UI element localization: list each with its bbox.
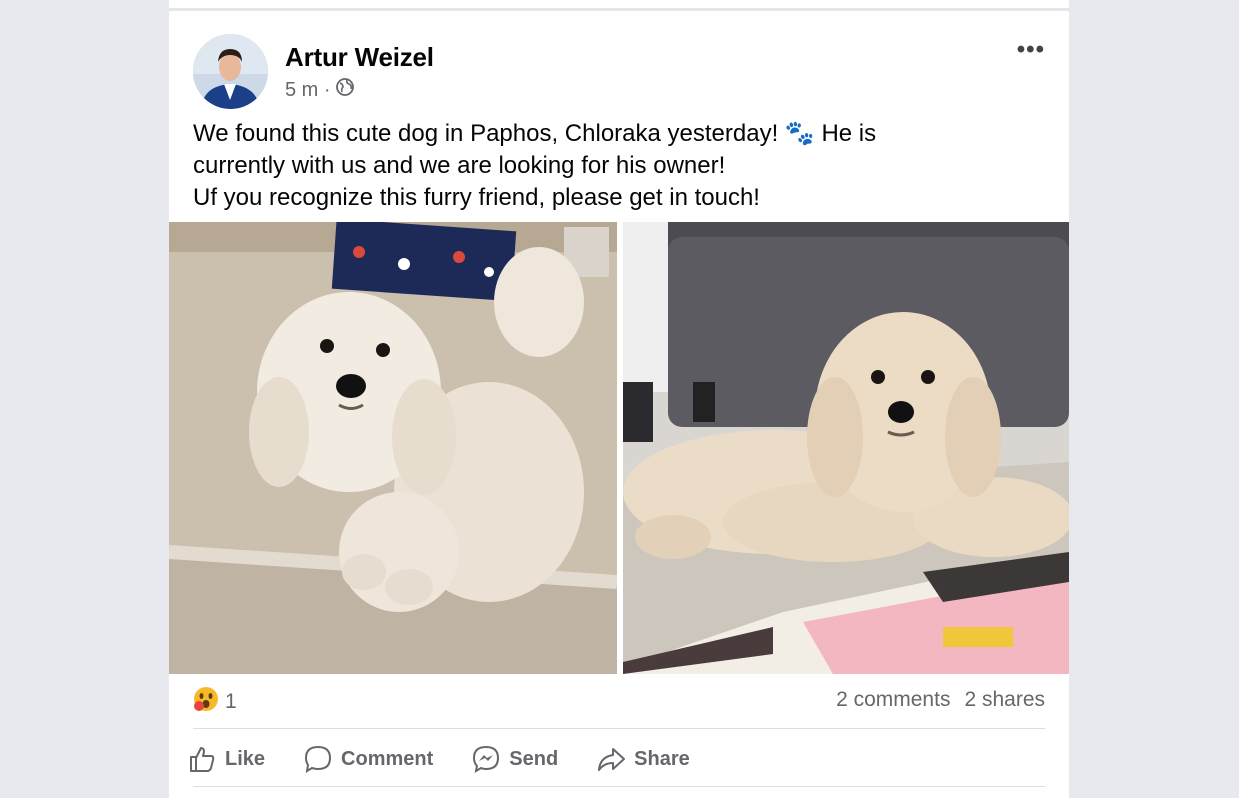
thumbs-up-icon xyxy=(187,744,217,774)
send-label: Send xyxy=(509,747,559,770)
like-label: Like xyxy=(225,747,266,770)
shares-count[interactable]: 2 shares xyxy=(964,688,1045,712)
action-divider-top xyxy=(193,728,1045,729)
share-icon xyxy=(596,744,626,774)
post-meta: 5 m · xyxy=(285,77,355,103)
author-name[interactable]: Artur Weizel xyxy=(285,42,434,73)
post-text-line: Uf you recognize this furry friend, plea… xyxy=(193,184,760,211)
post-text-line: currently with us and we are looking for… xyxy=(193,152,726,179)
messenger-icon xyxy=(471,744,501,774)
top-divider xyxy=(169,8,1069,11)
send-button[interactable]: Send xyxy=(471,744,558,774)
dog-photo-left[interactable] xyxy=(169,222,617,674)
post-time[interactable]: 5 m · xyxy=(285,79,331,102)
reactions-summary[interactable]: 1 xyxy=(193,686,237,718)
author-avatar[interactable] xyxy=(193,34,268,109)
share-label: Share xyxy=(634,747,690,770)
post-text-line: We found this cute dog in Paphos, Chlora… xyxy=(193,120,877,147)
post-text: We found this cute dog in Paphos, Chlora… xyxy=(193,118,1053,214)
globe-icon xyxy=(335,77,355,103)
share-button[interactable]: Share xyxy=(596,744,690,774)
like-button[interactable]: Like xyxy=(187,744,265,774)
reaction-count: 1 xyxy=(225,690,237,713)
action-bar: Like Comment Send Share xyxy=(187,740,728,778)
comment-icon xyxy=(303,744,333,774)
comment-button[interactable]: Comment xyxy=(303,744,433,774)
dog-photo-right[interactable] xyxy=(623,222,1069,674)
photo-grid xyxy=(169,222,1069,674)
wow-reaction-icon xyxy=(193,686,219,718)
engagement-counts: 2 comments 2 shares xyxy=(836,688,1045,712)
comments-count[interactable]: 2 comments xyxy=(836,688,950,712)
comment-label: Comment xyxy=(341,747,434,770)
post-card: Artur Weizel 5 m · ••• We found this cut… xyxy=(169,0,1069,798)
action-divider-bottom xyxy=(193,786,1045,787)
more-options-button[interactable]: ••• xyxy=(1017,36,1045,64)
